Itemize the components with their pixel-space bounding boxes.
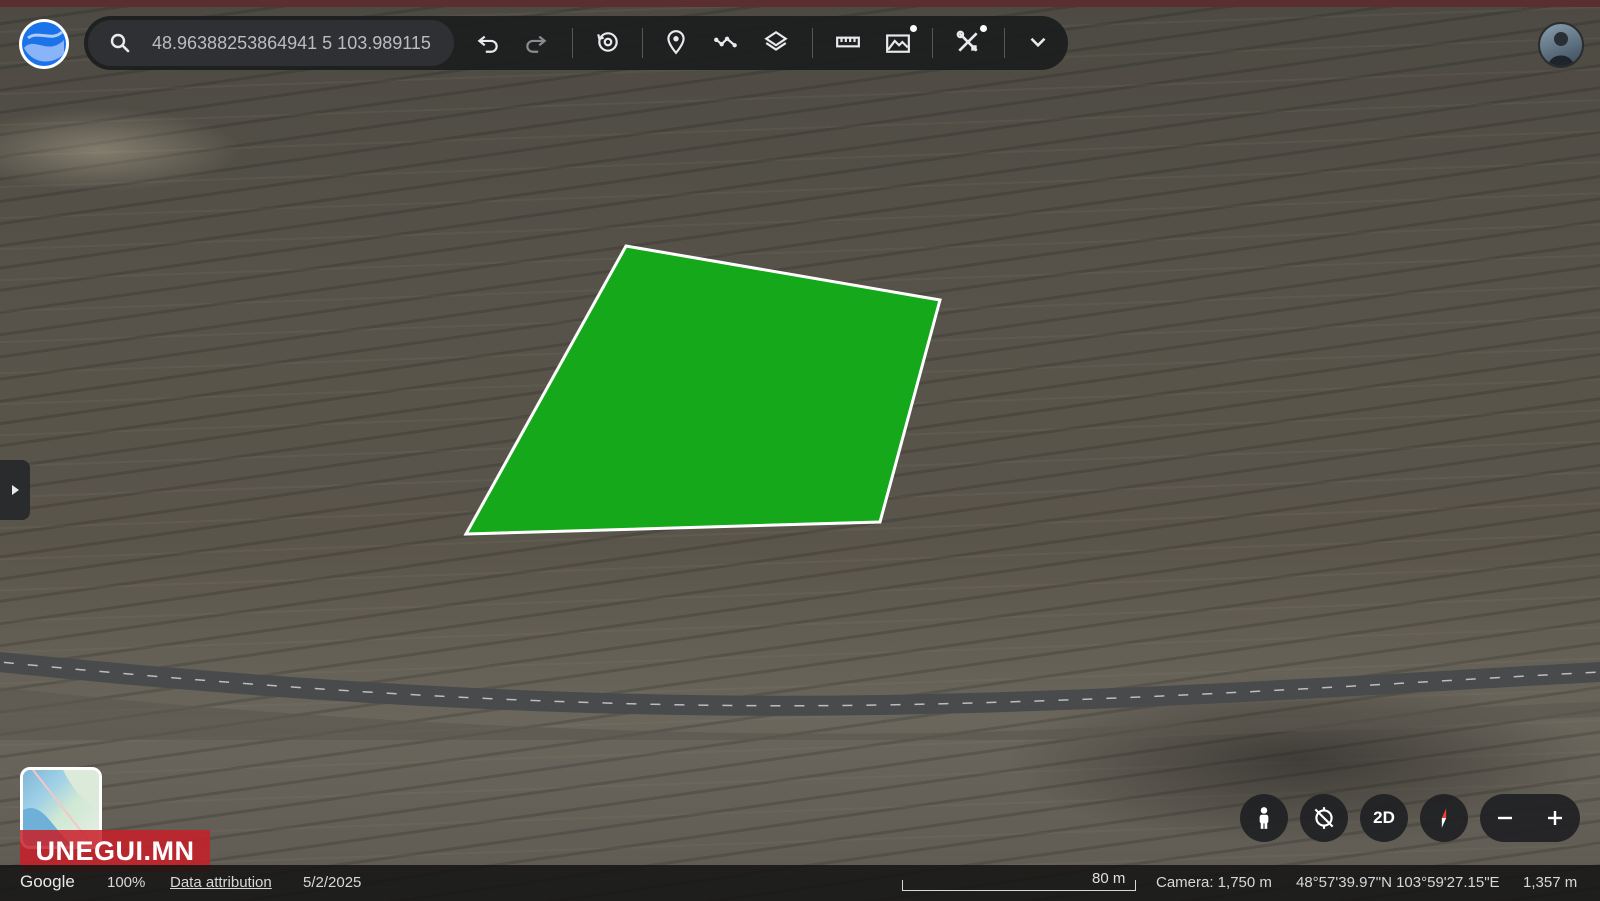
scale-label: 80 m bbox=[1092, 870, 1126, 887]
history-button[interactable] bbox=[590, 24, 626, 60]
minus-icon bbox=[1498, 816, 1512, 820]
notification-dot bbox=[910, 25, 917, 32]
path-icon bbox=[714, 36, 737, 48]
toolbar-separator bbox=[642, 28, 643, 58]
imagery-date: 5/2/2025 bbox=[303, 874, 362, 891]
person-silhouette-icon bbox=[1548, 32, 1574, 66]
chevron-down-icon bbox=[1030, 37, 1046, 48]
toolbar-separator bbox=[932, 28, 933, 58]
pegman-icon bbox=[1259, 807, 1269, 829]
compass-button[interactable] bbox=[1420, 794, 1468, 842]
data-attribution-link[interactable]: Data attribution bbox=[170, 874, 272, 891]
placemark-icon bbox=[667, 30, 685, 55]
redo-icon bbox=[526, 35, 547, 53]
add-path-button[interactable] bbox=[708, 24, 744, 60]
undo-icon bbox=[477, 35, 498, 53]
tilt-reset-icon bbox=[1314, 807, 1334, 829]
redo-button[interactable] bbox=[518, 24, 554, 60]
layers-button[interactable] bbox=[758, 24, 794, 60]
street-view-button[interactable] bbox=[1240, 794, 1288, 842]
ruler-icon bbox=[836, 36, 860, 48]
notification-dot bbox=[980, 25, 987, 32]
zoom-in-button[interactable] bbox=[1530, 794, 1580, 842]
undo-button[interactable] bbox=[470, 24, 506, 60]
history-icon bbox=[597, 32, 618, 52]
search-input[interactable] bbox=[150, 27, 454, 59]
zoom-controls bbox=[1480, 794, 1580, 842]
toolbar-separator bbox=[572, 28, 573, 58]
compass-icon bbox=[1441, 808, 1447, 828]
search-icon[interactable] bbox=[108, 31, 132, 55]
status-bar: Google 100% Data attribution 5/2/2025 Ca… bbox=[0, 865, 1600, 901]
earth-map-view[interactable] bbox=[0, 0, 1600, 901]
add-placemark-button[interactable] bbox=[658, 24, 694, 60]
layers-icon bbox=[764, 30, 788, 51]
more-options-button[interactable] bbox=[1020, 24, 1056, 60]
view-mode-toggle[interactable]: 2D bbox=[1360, 794, 1408, 842]
plus-icon bbox=[1548, 811, 1562, 825]
zoom-level: 100% bbox=[107, 874, 146, 891]
cursor-coordinates: 48°57'39.97"N 103°59'27.15"E bbox=[1296, 874, 1500, 891]
chevron-right-icon bbox=[12, 485, 19, 495]
terrain-icon bbox=[886, 34, 910, 53]
elevation: 1,357 m bbox=[1523, 874, 1578, 891]
google-earth-logo[interactable] bbox=[18, 18, 70, 70]
drawn-land-polygon[interactable] bbox=[0, 0, 1600, 901]
toolbar-separator bbox=[1004, 28, 1005, 58]
reset-tilt-button[interactable] bbox=[1300, 794, 1348, 842]
camera-altitude: Camera: 1,750 m bbox=[1156, 874, 1272, 891]
toolbar-separator bbox=[812, 28, 813, 58]
side-panel-toggle[interactable] bbox=[0, 460, 30, 520]
tools-icon bbox=[956, 30, 978, 52]
top-border bbox=[0, 0, 1600, 7]
user-avatar[interactable] bbox=[1538, 22, 1584, 68]
measure-button[interactable] bbox=[830, 24, 866, 60]
zoom-out-button[interactable] bbox=[1480, 794, 1530, 842]
view-mode-label: 2D bbox=[1373, 808, 1395, 827]
google-brand: Google bbox=[20, 872, 75, 891]
